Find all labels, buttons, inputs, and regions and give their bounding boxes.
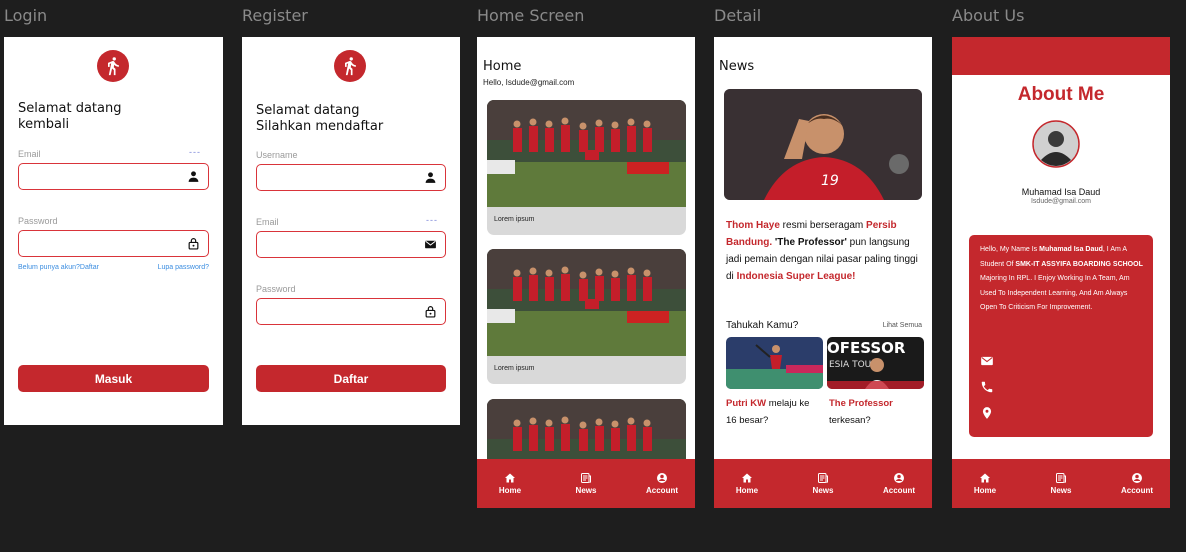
home-hello: Hello, Isdude@gmail.com [483, 78, 575, 87]
nav-news[interactable]: News [798, 459, 848, 508]
username-field[interactable] [256, 164, 446, 191]
nav-account-label: Account [1121, 486, 1153, 495]
team-photo [487, 249, 686, 356]
nav-news[interactable]: News [1036, 459, 1086, 508]
about-header-bar [952, 37, 1170, 75]
team-photo [487, 100, 686, 207]
email-label: Email [256, 217, 279, 227]
nav-account[interactable]: Account [874, 459, 924, 508]
username-label: Username [256, 150, 298, 160]
detail-screen: News 19 Thom Haye resmi berseragam Persi… [714, 37, 932, 508]
news-icon [818, 473, 828, 483]
card-caption: Lorem ipsum [494, 216, 535, 223]
badminton-photo[interactable] [726, 337, 823, 389]
nav-news-label: News [1050, 486, 1072, 495]
register-button[interactable]: Daftar [256, 365, 446, 392]
bio-text: Hello, My Name Is Muhamad Isa Daud, I Am… [980, 246, 1143, 311]
mail-icon [425, 240, 436, 249]
home-icon [742, 473, 752, 483]
register-link[interactable]: Daftar [80, 264, 99, 271]
frame-label-detail: Detail [714, 6, 762, 25]
news-card[interactable]: Lorem ipsum [487, 100, 686, 235]
no-account-text: Belum punya akun?Daftar [18, 264, 99, 271]
bottom-nav: Home News Account [714, 459, 932, 508]
frame-label-register: Register [242, 6, 308, 25]
email-field[interactable] [256, 231, 446, 258]
mail-icon[interactable] [980, 354, 994, 368]
news-icon [1056, 473, 1066, 483]
nav-home-label: Home [498, 486, 522, 495]
nav-account[interactable]: Account [637, 459, 687, 508]
nav-account-label: Account [646, 486, 678, 495]
account-icon [894, 473, 904, 483]
login-button[interactable]: Masuk [18, 365, 209, 392]
password-label: Password [256, 284, 296, 294]
nav-home[interactable]: Home [960, 459, 1010, 508]
about-title: About Me [1017, 84, 1105, 105]
location-icon[interactable] [980, 406, 994, 420]
account-icon [1132, 473, 1142, 483]
password-field[interactable] [256, 298, 446, 325]
section-title: Tahukah Kamu? [726, 320, 799, 331]
detail-title: News [719, 59, 755, 74]
nav-account[interactable]: Account [1112, 459, 1162, 508]
story-2[interactable]: The Professor terkesan? [829, 395, 924, 429]
see-all-link[interactable]: Lihat Semua [883, 322, 922, 329]
svg-text:OFESSOR: OFESSOR [827, 339, 906, 357]
nav-news-label: News [812, 486, 834, 495]
nav-home-label: Home [735, 486, 759, 495]
account-icon [657, 473, 667, 483]
register-greeting: Selamat datang Silahkan mendaftar [256, 103, 384, 134]
email-label: Email [18, 149, 41, 159]
bottom-nav: Home News Account [477, 459, 695, 508]
bio-card: Hello, My Name Is Muhamad Isa Daud, I Am… [969, 235, 1153, 437]
forgot-password-link[interactable]: Lupa password? [158, 264, 209, 271]
frame-label-home: Home Screen [477, 6, 585, 25]
lock-icon [188, 238, 199, 250]
lock-icon [425, 306, 436, 318]
frame-label-login: Login [4, 6, 48, 25]
nav-account-label: Account [883, 486, 915, 495]
avatar [1032, 120, 1080, 168]
story-1[interactable]: Putri KW melaju ke 16 besar? [726, 395, 821, 429]
home-screen: Home Hello, Isdude@gmail.com Lorem ipsum [477, 37, 695, 508]
runner-logo-icon [97, 50, 129, 82]
person-icon [188, 171, 199, 182]
no-account-label: Belum punya akun? [18, 264, 80, 271]
profile-email: Isdude@gmail.com [1030, 198, 1092, 205]
headline-text: Thom Haye resmi berseragam Persib Bandun… [726, 220, 918, 282]
home-title: Home [483, 59, 522, 74]
frame-label-about: About Us [952, 6, 1025, 25]
login-greeting: Selamat datang kembali [18, 101, 122, 132]
news-card[interactable]: Lorem ipsum [487, 249, 686, 384]
email-dots: --- [189, 147, 201, 157]
nav-home[interactable]: Home [722, 459, 772, 508]
card-caption: Lorem ipsum [494, 365, 535, 372]
news-icon [581, 473, 591, 483]
about-screen: About Me Muhamad Isa Daud Isdude@gmail.c… [952, 37, 1170, 508]
nav-home[interactable]: Home [485, 459, 535, 508]
profile-name: Muhamad Isa Daud [1021, 187, 1101, 197]
professor-photo[interactable]: OFESSOR ESIA TOUR [827, 337, 924, 389]
player-photo: 19 [724, 89, 922, 200]
home-icon [980, 473, 990, 483]
nav-home-label: Home [973, 486, 997, 495]
nav-news[interactable]: News [561, 459, 611, 508]
runner-logo-icon [334, 50, 366, 82]
password-label: Password [18, 216, 58, 226]
svg-text:19: 19 [821, 173, 839, 189]
bottom-nav: Home News Account [952, 459, 1170, 508]
login-screen: Selamat datang kembali Email --- Passwor… [4, 37, 223, 425]
password-field[interactable] [18, 230, 209, 257]
email-field[interactable] [18, 163, 209, 190]
register-screen: Selamat datang Silahkan mendaftar Userna… [242, 37, 460, 425]
email-dots: --- [426, 215, 438, 225]
nav-news-label: News [575, 486, 597, 495]
home-icon [505, 473, 515, 483]
phone-icon[interactable] [980, 380, 994, 394]
person-icon [425, 172, 436, 183]
